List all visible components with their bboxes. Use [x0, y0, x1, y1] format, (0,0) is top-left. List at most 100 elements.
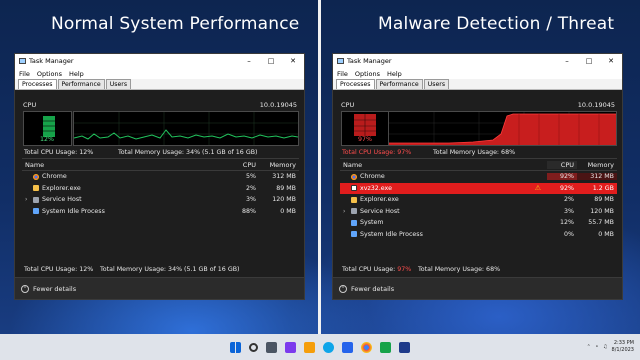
maximize-icon[interactable]: □ — [260, 54, 282, 68]
column-name[interactable]: Name — [340, 161, 547, 169]
process-name: Explorer.exe — [360, 196, 399, 204]
wifi-icon[interactable]: ⚬ — [595, 344, 599, 350]
cpu-percent: 12% — [40, 136, 54, 143]
app-taskbar-icon[interactable] — [399, 341, 410, 353]
clock[interactable]: 2:33 PM 8/1/2023 — [612, 340, 634, 354]
column-name[interactable]: Name — [22, 161, 229, 169]
process-name: Service Host — [360, 207, 400, 215]
task-manager-window-threat: Task Manager – □ ✕ File Options Help Pro… — [332, 53, 623, 300]
column-memory[interactable]: Memory — [577, 161, 617, 169]
process-name: xvz32.exe — [360, 184, 392, 192]
warning-icon: ⚠ — [534, 184, 541, 193]
process-name: Explorer.exe — [42, 184, 81, 192]
menu-file[interactable]: File — [337, 70, 348, 78]
fewer-details-link[interactable]: Fewer details — [33, 285, 76, 293]
column-cpu[interactable]: CPU — [547, 160, 577, 169]
process-name: System Idle Process — [42, 207, 105, 215]
system-tray: ⌃ ⚬ ♫ 2:33 PM 8/1/2023 — [587, 334, 634, 360]
process-cpu: 2% — [246, 184, 256, 192]
expand-chevron-icon[interactable]: › — [343, 208, 351, 215]
table-row[interactable]: Chrome 92% 312 MB — [340, 171, 617, 183]
table-row-malware[interactable]: xvz32.exe ⚠ 92% 1.2 GB — [340, 182, 617, 194]
search-icon[interactable] — [249, 342, 258, 352]
cpu-history-line — [74, 112, 298, 145]
table-row[interactable]: › Service Host 3% 120 MB — [22, 194, 299, 206]
file-explorer-icon[interactable] — [304, 341, 315, 353]
process-cpu: 12% — [560, 219, 574, 227]
process-cpu: 3% — [564, 207, 574, 215]
table-row[interactable]: Explorer.exe 2% 89 MB — [340, 194, 617, 206]
cpu-mini-graph: 12% — [23, 111, 72, 146]
tab-performance[interactable]: Performance — [375, 79, 423, 89]
table-row[interactable]: › Service Host 3% 120 MB — [340, 206, 617, 218]
menu-help[interactable]: Help — [69, 70, 84, 78]
table-row[interactable]: Explorer.exe 2% 89 MB — [22, 183, 299, 195]
bottom-cpu-value: 97% — [397, 266, 412, 273]
column-cpu[interactable]: CPU — [229, 161, 259, 169]
tab-users[interactable]: Users — [423, 79, 450, 89]
bottom-memory: Total Memory Usage: 34% (5.1 GB of 16 GB… — [100, 266, 240, 273]
chat-icon[interactable] — [285, 341, 296, 353]
process-name: Service Host — [42, 196, 82, 204]
window-title: Task Manager — [29, 57, 74, 65]
process-name: System — [360, 219, 384, 227]
chevron-up-icon[interactable]: ⌃ — [587, 344, 591, 350]
fewer-details-link[interactable]: Fewer details — [351, 285, 394, 293]
tab-processes[interactable]: Processes — [336, 79, 375, 89]
title-bar: Task Manager – □ ✕ — [333, 54, 622, 68]
process-memory: 312 MB — [577, 173, 617, 181]
process-name: Chrome — [360, 173, 385, 181]
os-version: 10.0.19045 — [577, 101, 615, 109]
volume-icon[interactable]: ♫ — [603, 344, 607, 350]
process-cpu: 3% — [246, 196, 256, 204]
task-view-icon[interactable] — [266, 341, 277, 353]
process-memory: 55.7 MB — [588, 219, 614, 227]
menu-bar: File Options Help — [333, 68, 622, 79]
summary-cpu: Total CPU Usage: 12% — [24, 149, 94, 156]
minimize-icon[interactable]: – — [556, 54, 578, 68]
process-memory: 312 MB — [272, 173, 296, 181]
minimize-icon[interactable]: – — [238, 54, 260, 68]
process-cpu: 0% — [564, 230, 574, 238]
tab-strip: Processes Performance Users — [15, 79, 304, 90]
task-manager-taskbar-icon[interactable] — [380, 341, 391, 353]
service-icon — [33, 196, 39, 203]
start-icon[interactable] — [230, 341, 241, 353]
tab-users[interactable]: Users — [105, 79, 132, 89]
table-row[interactable]: Chrome 5% 312 MB — [22, 171, 299, 183]
menu-options[interactable]: Options — [355, 70, 380, 78]
system-icon — [33, 208, 39, 215]
close-icon[interactable]: ✕ — [282, 54, 304, 68]
bottom-cpu-prefix: Total CPU Usage: — [342, 266, 398, 273]
bottom-cpu: Total CPU Usage: 97% — [342, 266, 411, 273]
maximize-icon[interactable]: □ — [578, 54, 600, 68]
tab-performance[interactable]: Performance — [57, 79, 105, 89]
column-memory[interactable]: Memory — [259, 161, 299, 169]
close-icon[interactable]: ✕ — [600, 54, 622, 68]
fewer-details-bar[interactable]: ⌃ Fewer details — [15, 277, 304, 299]
edge-icon[interactable] — [323, 341, 334, 353]
task-manager-icon — [337, 58, 344, 64]
menu-options[interactable]: Options — [37, 70, 62, 78]
menu-file[interactable]: File — [19, 70, 30, 78]
title-bar: Task Manager – □ ✕ — [15, 54, 304, 68]
table-row[interactable]: System Idle Process 88% 0 MB — [22, 206, 299, 218]
store-icon[interactable] — [342, 341, 353, 353]
table-row[interactable]: System 12% 55.7 MB — [340, 217, 617, 229]
tab-processes[interactable]: Processes — [18, 79, 57, 89]
process-memory: 120 MB — [590, 207, 614, 215]
process-memory: 89 MB — [594, 196, 614, 204]
heading-threat: Malware Detection / Threat — [378, 14, 615, 34]
fewer-details-bar[interactable]: ⌃ Fewer details — [333, 277, 622, 299]
table-row[interactable]: System Idle Process 0% 0 MB — [340, 229, 617, 241]
summary-memory: Total Memory Usage: 34% (5.1 GB of 16 GB… — [118, 149, 258, 156]
chrome-icon — [351, 173, 357, 180]
cpu-history-area — [389, 112, 616, 145]
chrome-taskbar-icon[interactable] — [361, 341, 372, 353]
task-manager-icon — [19, 58, 26, 64]
cpu-history-graph — [388, 111, 617, 146]
cpu-mini-graph: 97% — [341, 111, 390, 146]
taskbar — [0, 334, 640, 360]
menu-help[interactable]: Help — [387, 70, 402, 78]
expand-chevron-icon[interactable]: › — [25, 196, 33, 203]
